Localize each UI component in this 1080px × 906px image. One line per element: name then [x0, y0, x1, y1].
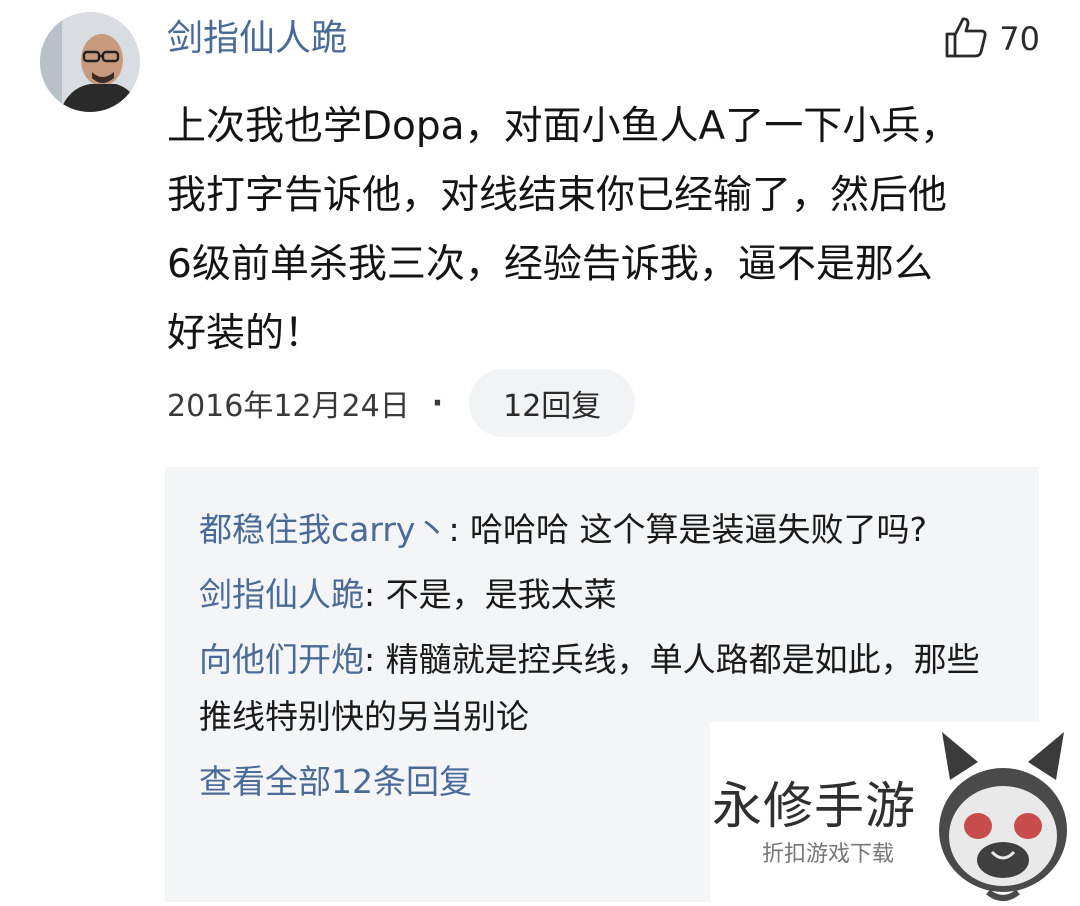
reply-count-button[interactable]: 12回复: [469, 369, 636, 437]
watermark-title: 永修手游: [712, 777, 916, 835]
watermark-subtitle: 折扣游戏下载: [762, 842, 895, 867]
comment-username[interactable]: 剑指仙人跪: [167, 14, 347, 64]
reply-item[interactable]: 都稳住我carry丶: 哈哈哈 这个算是装逼失败了吗?: [199, 501, 1005, 558]
comment-page: 剑指仙人跪 70 上次我也学Dopa，对面小鱼人A了一下小兵， 我打字告诉他，对…: [0, 0, 1080, 906]
like-count: 70: [999, 20, 1040, 58]
avatar[interactable]: [40, 12, 140, 112]
reply-username[interactable]: 剑指仙人跪: [199, 575, 364, 614]
thumbs-up-icon: [943, 14, 989, 64]
avatar-image: [40, 12, 140, 112]
comment-content: 上次我也学Dopa，对面小鱼人A了一下小兵， 我打字告诉他，对线结束你已经输了，…: [167, 104, 960, 356]
like-button[interactable]: 70: [943, 14, 1040, 64]
reply-username[interactable]: 向他们开炮: [199, 640, 364, 679]
mascot-logo-icon: [928, 722, 1078, 906]
reply-text: : 不是，是我太菜: [364, 575, 617, 614]
reply-item[interactable]: 剑指仙人跪: 不是，是我太菜: [199, 566, 1005, 623]
watermark: 永修手游 折扣游戏下载: [710, 722, 1080, 906]
comment-meta: 2016年12月24日 · 12回复: [167, 368, 636, 438]
reply-text: : 哈哈哈 这个算是装逼失败了吗?: [448, 510, 928, 549]
comment-date: 2016年12月24日: [167, 389, 410, 424]
reply-username[interactable]: 都稳住我carry丶: [199, 510, 448, 549]
meta-separator: ·: [431, 385, 444, 421]
